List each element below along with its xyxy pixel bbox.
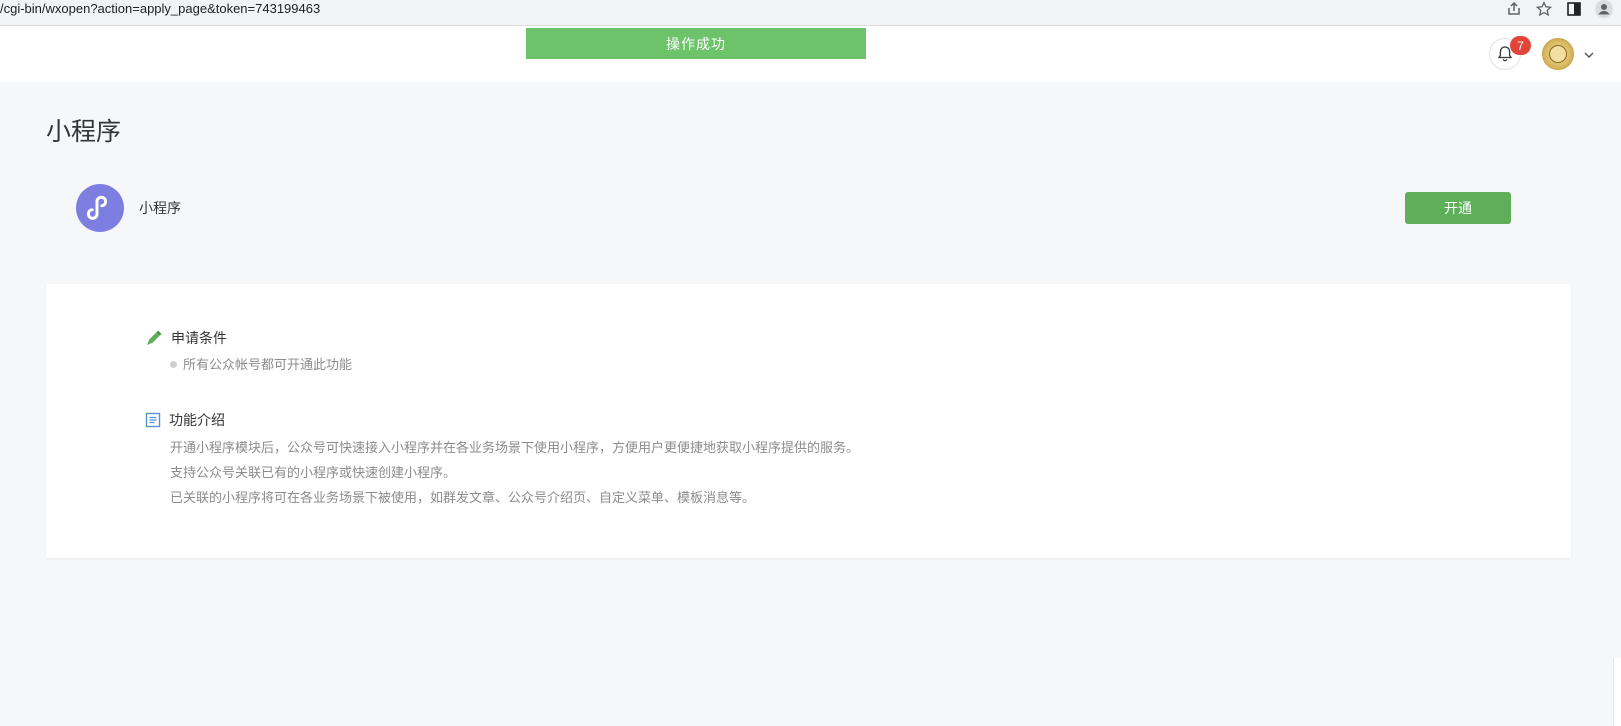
conditions-header: 申请条件	[145, 328, 227, 348]
star-icon[interactable]	[1535, 0, 1553, 18]
conditions-title: 申请条件	[171, 331, 227, 347]
intro-header: 功能介绍	[145, 410, 225, 430]
condition-text: 所有公众帐号都可开通此功能	[183, 358, 353, 373]
browser-toolbar	[1505, 0, 1613, 18]
browser-address-bar[interactable]: /cgi-bin/wxopen?action=apply_page&token=…	[0, 0, 1621, 26]
url-text[interactable]: /cgi-bin/wxopen?action=apply_page&token=…	[0, 1, 320, 17]
bullet-dot	[170, 361, 177, 368]
pencil-icon	[147, 330, 162, 345]
intro-line-1: 开通小程序模块后，公众号可快速接入小程序并在各业务场景下使用小程序，方便用户更便…	[170, 441, 860, 456]
condition-item: 所有公众帐号都可开通此功能	[170, 354, 352, 373]
top-header: 操作成功 7	[0, 26, 1621, 82]
share-icon[interactable]	[1505, 0, 1523, 18]
profile-icon[interactable]	[1595, 0, 1613, 18]
avatar-seal	[1549, 45, 1567, 63]
success-toast: 操作成功	[526, 28, 866, 59]
notification-badge: 7	[1510, 36, 1531, 55]
mini-program-icon	[76, 184, 124, 232]
info-card: 申请条件 所有公众帐号都可开通此功能 功能介绍 开通小程序模块后，公众号可快速接…	[46, 284, 1571, 558]
side-panel-edge	[1613, 658, 1621, 726]
app-name: 小程序	[139, 201, 181, 217]
intro-title: 功能介绍	[169, 413, 225, 429]
open-button[interactable]: 开通	[1405, 192, 1511, 224]
page-title: 小程序	[46, 117, 122, 146]
document-icon	[145, 412, 161, 428]
intro-line-3: 已关联的小程序将可在各业务场景下被使用，如群发文章、公众号介绍页、自定义菜单、模…	[170, 491, 756, 506]
sidepanel-icon[interactable]	[1565, 0, 1583, 18]
avatar[interactable]	[1542, 38, 1574, 70]
intro-line-2: 支持公众号关联已有的小程序或快速创建小程序。	[170, 466, 457, 481]
chevron-down-icon[interactable]	[1582, 48, 1596, 62]
